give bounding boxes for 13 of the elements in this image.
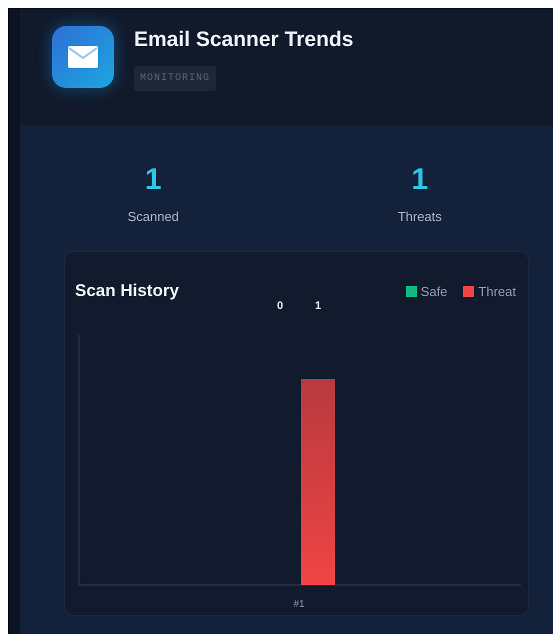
stat-label: Threats [398,208,442,226]
page-title: Email Scanner Trends [134,27,354,53]
stat-label: Scanned [128,208,179,226]
stat-value: 1 [144,165,162,195]
category-label: #1 [293,599,305,610]
envelope-icon [68,46,98,68]
series-label: 1 [314,300,322,312]
legend-label: Threat [478,282,516,300]
series-label: 0 [276,300,284,312]
stat-value: 1 [411,165,428,195]
legend-label: Safe [420,282,448,300]
chart-title: Scan History [75,280,179,302]
status-badge: MONITORING [134,66,216,90]
